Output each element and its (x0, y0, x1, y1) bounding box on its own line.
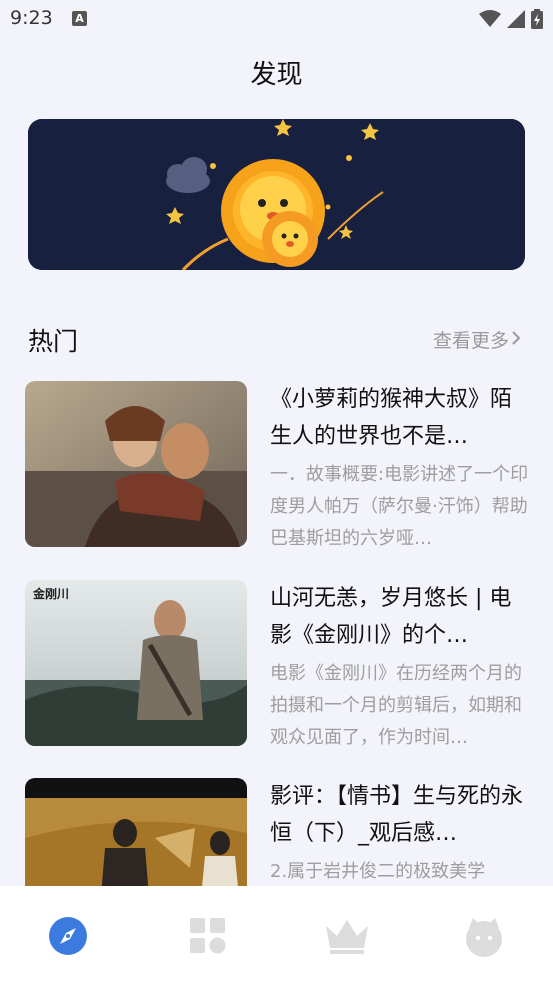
banner-illustration (28, 119, 525, 270)
nav-category[interactable] (188, 916, 232, 960)
status-time: 9:23 (10, 7, 53, 29)
svg-text:金刚川: 金刚川 (32, 586, 69, 601)
article-title: 山河无恙，岁月悠长 | 电影《金刚川》的个… (270, 586, 512, 648)
crown-icon (326, 920, 368, 954)
signal-icon (507, 10, 525, 28)
notification-icon: A (72, 11, 87, 26)
article-summary: 一．故事概要:电影讲述了一个印度男人帕万（萨尔曼·汗饰）帮助巴基斯坦的六岁哑… (270, 464, 529, 549)
chevron-right-icon[interactable] (509, 328, 523, 348)
view-more-link[interactable]: 查看更多 (433, 326, 509, 353)
banner[interactable] (28, 119, 525, 270)
battery-icon (531, 9, 543, 29)
article-thumbnail (25, 381, 247, 547)
article-summary: 电影《金刚川》在历经两个月的拍摄和一个月的剪辑后，如期和观众见面了，作为时间… (270, 663, 522, 748)
nav-vip[interactable] (324, 916, 368, 960)
section-title-hot: 热门 (28, 327, 79, 356)
status-bar: 9:23 A (0, 0, 553, 40)
article-thumbnail: 金刚川 (25, 580, 247, 746)
compass-icon (49, 917, 87, 955)
face-icon (466, 918, 502, 957)
lion-mascot (262, 211, 318, 267)
nav-profile[interactable] (463, 916, 507, 960)
bottom-nav (0, 886, 553, 984)
nav-discover[interactable] (48, 916, 92, 960)
article-item[interactable]: 《小萝莉的猴神大叔》陌生人的世界也不是… 一．故事概要:电影讲述了一个印度男人帕… (25, 381, 535, 549)
grid-icon (190, 918, 226, 954)
article-title: 《小萝莉的猴神大叔》陌生人的世界也不是… (270, 387, 513, 449)
page-title: 发现 (250, 60, 303, 90)
article-item[interactable]: 金刚川 山河无恙，岁月悠长 | 电影《金刚川》的个… 电影《金刚川》在历经两个月… (25, 580, 535, 748)
wifi-icon (479, 10, 501, 27)
status-icons (479, 8, 543, 30)
article-title: 影评：【情书】生与死的永恒（下）_观后感… (270, 784, 524, 846)
